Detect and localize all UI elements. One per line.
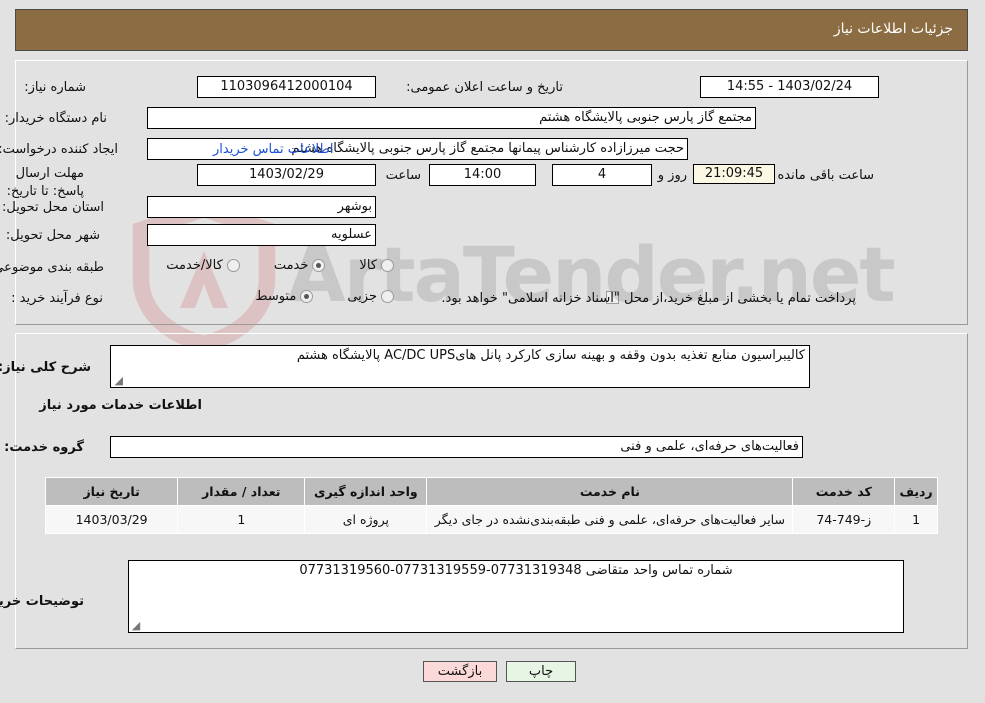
page-root: ArtaTender.net جزئیات اطلاعات نیاز شماره… xyxy=(0,0,985,703)
cell-code: ز-749-74 xyxy=(793,505,897,534)
summary-textarea[interactable]: کالیبراسیون منابع تغذیه بدون وقفه و بهین… xyxy=(111,345,811,388)
buyer-notes-text: شماره تماس واحد متقاضی 07731319348-07731… xyxy=(300,563,734,578)
need-number-value: 1103096412000104 xyxy=(198,76,377,98)
countdown-label: ساعت باقی مانده xyxy=(778,168,875,183)
services-section-title: اطلاعات خدمات مورد نیاز xyxy=(40,398,203,413)
countdown-timer-value: 21:09:45 xyxy=(694,164,776,184)
resize-grip-icon-notes[interactable]: ◢ xyxy=(132,620,142,631)
service-group-label: گروه خدمت: xyxy=(5,440,85,455)
table-row: 1 ز-749-74 سایر فعالیت‌های حرفه‌ای، علمی و… xyxy=(45,505,939,534)
col-code: کد خدمت xyxy=(793,477,897,506)
resize-grip-icon[interactable]: ◢ xyxy=(114,375,124,386)
col-unit: واحد اندازه گیری xyxy=(305,477,429,506)
summary-label: شرح کلی نیاز: xyxy=(0,360,92,375)
back-button[interactable]: بازگشت xyxy=(424,661,498,682)
col-name: نام خدمت xyxy=(427,477,795,506)
buyer-notes-label: توضیحات خریدار: xyxy=(0,594,85,609)
province-value: بوشهر xyxy=(148,196,377,218)
remaining-days-label: روز و xyxy=(658,168,688,183)
process-option-0[interactable]: جزیی xyxy=(348,289,395,304)
category-option-1[interactable]: خدمت xyxy=(275,258,327,273)
category-radio-2[interactable] xyxy=(227,259,241,272)
deadline-hour-label: ساعت xyxy=(386,168,422,183)
category-label: طبقه بندی موضوعی: xyxy=(0,260,105,275)
deadline-label: مهلت ارسال پاسخ: تا تاریخ: xyxy=(7,166,85,199)
announce-date-value: 1403/02/24 - 14:55 xyxy=(701,76,880,98)
buyer-org-value: مجتمع گاز پارس جنوبی پالایشگاه هشتم xyxy=(148,107,757,129)
category-radio-0[interactable] xyxy=(382,259,395,272)
col-date: تاریخ نیاز xyxy=(45,477,180,506)
category-option-2[interactable]: کالا/خدمت xyxy=(167,258,241,273)
buyer-notes-textarea[interactable]: شماره تماس واحد متقاضی 07731319348-07731… xyxy=(129,560,905,633)
cell-date: 1403/03/29 xyxy=(45,505,180,534)
request-creator-label: ایجاد کننده درخواست: xyxy=(0,142,119,157)
announce-date-label: تاریخ و ساعت اعلان عمومی: xyxy=(407,80,564,95)
process-option-1[interactable]: متوسط xyxy=(256,289,315,304)
need-number-label: شماره نیاز: xyxy=(25,80,87,95)
summary-text: کالیبراسیون منابع تغذیه بدون وقفه و بهین… xyxy=(297,348,806,363)
buyer-org-label: نام دستگاه خریدار: xyxy=(5,111,108,126)
remaining-days-value: 4 xyxy=(553,164,653,186)
services-table: ردیف کد خدمت نام خدمت واحد اندازه گیری ت… xyxy=(45,477,939,534)
category-label-1: خدمت xyxy=(274,258,310,273)
cell-qty: 1 xyxy=(178,505,307,534)
category-radio-group[interactable]: کالا خدمت کالا/خدمت xyxy=(167,258,395,273)
cell-radif: 1 xyxy=(895,505,939,534)
city-value: عسلویه xyxy=(148,224,377,246)
category-radio-1[interactable] xyxy=(313,259,327,272)
process-radio-0[interactable] xyxy=(382,290,395,303)
process-radio-1[interactable] xyxy=(301,290,315,303)
category-label-2: کالا/خدمت xyxy=(167,258,224,273)
city-label: شهر محل تحویل: xyxy=(6,228,101,243)
service-group-value: فعالیت‌های حرفه‌ای، علمی و فنی xyxy=(111,436,804,458)
process-radio-group[interactable]: جزیی متوسط xyxy=(256,289,395,304)
print-button[interactable]: چاپ xyxy=(507,661,577,682)
buyer-contact-link[interactable]: اطلاعات تماس خریدار xyxy=(214,142,334,157)
cell-name: سایر فعالیت‌های حرفه‌ای، علمی و فنی طبقه… xyxy=(427,505,795,534)
deadline-hour-value: 14:00 xyxy=(430,164,537,186)
category-label-0: کالا xyxy=(360,258,378,273)
process-type-label: نوع فرآیند خرید : xyxy=(12,291,104,306)
col-qty: تعداد / مقدار xyxy=(178,477,307,506)
category-option-0[interactable]: کالا xyxy=(360,258,395,273)
col-radif: ردیف xyxy=(895,477,939,506)
process-label-1: متوسط xyxy=(256,289,298,304)
header-bar: جزئیات اطلاعات نیاز xyxy=(16,9,969,51)
deadline-date-value: 1403/02/29 xyxy=(198,164,377,186)
province-label: استان محل تحویل: xyxy=(3,200,105,215)
process-label-0: جزیی xyxy=(348,289,378,304)
treasury-docs-note: پرداخت تمام یا بخشی از مبلغ خرید،از محل … xyxy=(442,291,857,306)
need-info-panel xyxy=(16,60,969,325)
cell-unit: پروژه ای xyxy=(305,505,429,534)
page-title: جزئیات اطلاعات نیاز xyxy=(834,21,954,37)
table-header-row: ردیف کد خدمت نام خدمت واحد اندازه گیری ت… xyxy=(45,477,939,506)
